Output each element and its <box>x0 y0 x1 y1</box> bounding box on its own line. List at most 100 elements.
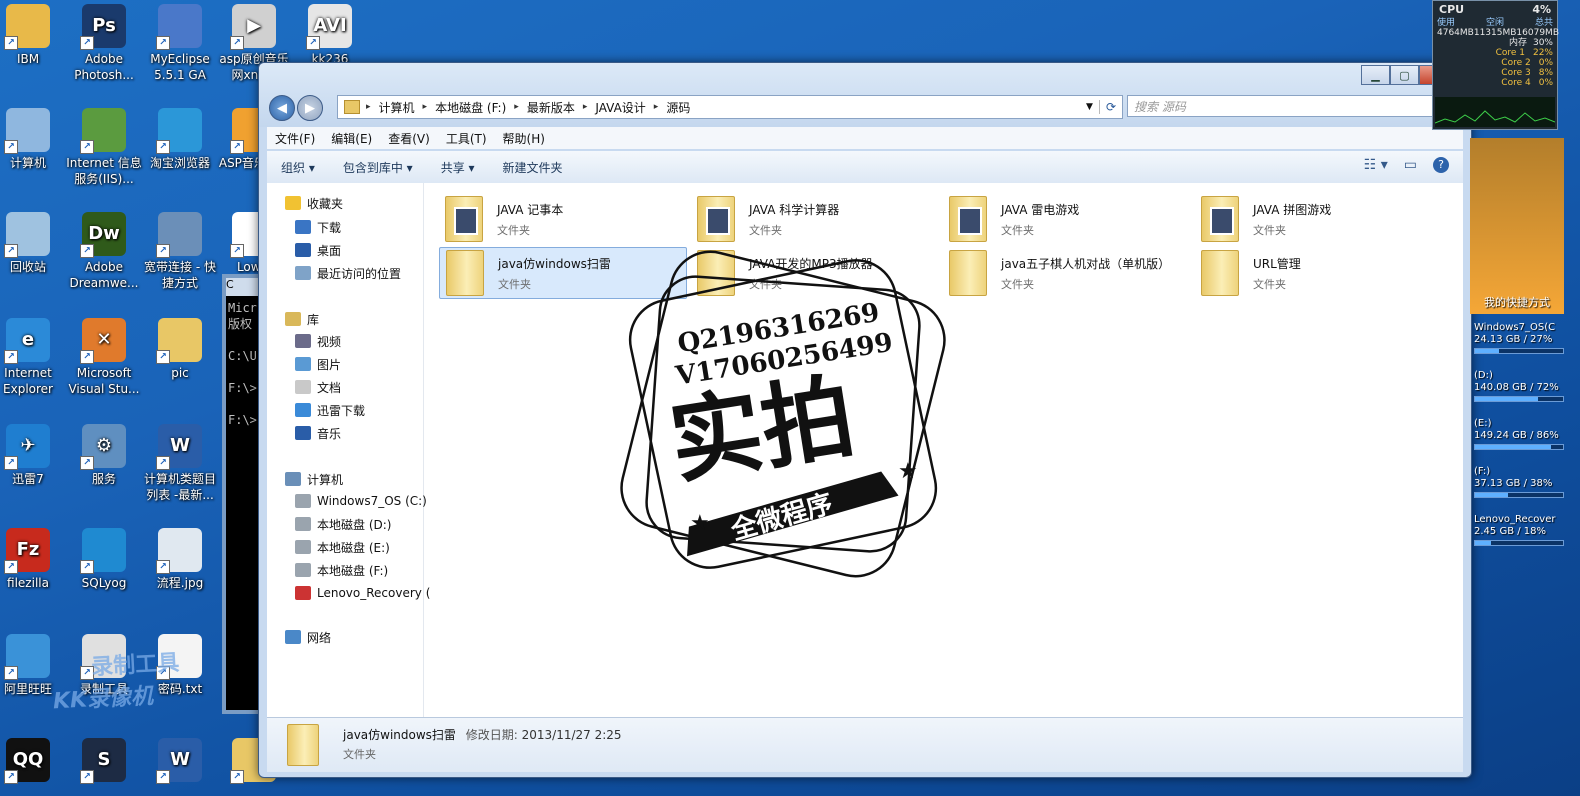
menu-item[interactable]: 文件(F) <box>267 130 323 147</box>
shortcut-gadget: 我的快捷方式 <box>1470 138 1564 314</box>
minimize-button[interactable]: ▁ <box>1361 65 1390 85</box>
cpu-stat-value: 16079MB <box>1516 28 1559 38</box>
menu-item[interactable]: 编辑(E) <box>323 130 380 147</box>
folder-name: JAVA 记事本 <box>497 202 564 217</box>
desktop-icon[interactable]: ↗ IBM <box>0 0 66 67</box>
menu-item[interactable]: 工具(T) <box>438 130 495 147</box>
desktop-icon[interactable]: ✈ ↗ 迅雷7 <box>0 420 66 487</box>
search-input[interactable]: 搜索 源码 ⚲ <box>1127 95 1463 117</box>
nav-item[interactable]: 文档 <box>295 377 341 397</box>
address-bar[interactable]: ▸ 计算机 ▸ 本地磁盘 (F:) ▸ 最新版本 ▸ JAVA设计 ▸ 源码 ▼ ⟳ <box>337 95 1123 119</box>
desktop-icon[interactable]: e ↗ Internet Explorer <box>0 314 66 397</box>
breadcrumb-item[interactable]: 最新版本 <box>519 99 583 116</box>
desktop-icon[interactable]: AVI ↗ kk236 <box>292 0 368 67</box>
app-icon: W ↗ <box>156 424 202 470</box>
toolbar-button[interactable]: 新建文件夹 <box>489 159 577 176</box>
cpu-stat-value: 11315MB <box>1473 28 1517 38</box>
shortcut-arrow-icon: ↗ <box>156 560 170 574</box>
nav-drive[interactable]: 本地磁盘 (E:) <box>295 537 390 557</box>
core-name: Core 1 <box>1495 48 1525 58</box>
menu-item[interactable]: 查看(V) <box>380 130 438 147</box>
desktop-icon[interactable]: ↗ pic <box>142 314 218 381</box>
nav-favorites[interactable]: 收藏夹 <box>285 193 343 213</box>
nav-drive[interactable]: Lenovo_Recovery ( <box>295 583 430 603</box>
nav-computer[interactable]: 计算机 <box>285 469 343 489</box>
nav-item-icon <box>295 220 311 234</box>
toolbar-button[interactable]: 包含到库中 ▾ <box>329 159 427 176</box>
cpu-stat-label: 使用 <box>1437 18 1456 28</box>
nav-item-label: 计算机 <box>307 472 344 487</box>
drive-name: (D:) <box>1474 370 1493 381</box>
desktop-icon-label: 计算机类题目列表 -最新... <box>143 472 216 502</box>
desktop-icon[interactable]: W ↗ <box>142 734 218 785</box>
app-icon: Dw ↗ <box>80 212 126 258</box>
breadcrumb-item[interactable]: JAVA设计 <box>587 99 653 116</box>
app-icon: ✕ ↗ <box>80 318 126 364</box>
nav-drive[interactable]: Windows7_OS (C:) <box>295 491 427 511</box>
star-icon: ★ <box>898 459 918 484</box>
drive-usage-bar <box>1474 492 1564 498</box>
desktop-icon[interactable]: ↗ 计算机 <box>0 104 66 171</box>
desktop-icon[interactable]: ↗ 淘宝浏览器 <box>142 104 218 171</box>
details-name: java仿windows扫雷 <box>343 728 456 742</box>
desktop-icon[interactable]: ↗ SQLyog <box>66 524 142 591</box>
view-options-icon[interactable]: ☷ ▾ <box>1364 157 1388 173</box>
nav-libraries[interactable]: 库 <box>285 309 319 329</box>
breadcrumb-item[interactable]: 本地磁盘 (F:) <box>427 99 514 116</box>
desktop-icon[interactable]: Fz ↗ filezilla <box>0 524 66 591</box>
nav-item[interactable]: 视频 <box>295 331 341 351</box>
forward-button[interactable]: ▶ <box>297 95 323 121</box>
desktop-icon[interactable]: QQ ↗ <box>0 734 66 785</box>
refresh-icon[interactable]: ⟳ <box>1098 100 1122 114</box>
nav-item[interactable]: 图片 <box>295 354 341 374</box>
help-icon[interactable]: ? <box>1433 157 1449 173</box>
desktop-icon-label: 淘宝浏览器 <box>149 156 210 170</box>
shortcut-arrow-icon: ↗ <box>156 140 170 154</box>
nav-network[interactable]: 网络 <box>285 627 331 647</box>
nav-item-label: 本地磁盘 (D:) <box>317 517 392 532</box>
folder-item[interactable]: JAVA 拼图游戏 文件夹 <box>1195 193 1443 245</box>
breadcrumb-item[interactable]: 计算机 <box>371 99 423 116</box>
desktop-icon[interactable]: Dw ↗ Adobe Dreamwe... <box>66 208 142 291</box>
folder-name: URL管理 <box>1253 256 1301 271</box>
drive-info: 140.08 GB / 72% <box>1474 382 1559 393</box>
nav-item[interactable]: 最近访问的位置 <box>295 263 401 283</box>
desktop-icon[interactable]: ↗ 流程.jpg <box>142 524 218 591</box>
chevron-down-icon[interactable]: ▼ <box>1080 102 1099 112</box>
drive-info: 24.13 GB / 27% <box>1474 334 1553 345</box>
desktop-icon[interactable]: ⚙ ↗ 服务 <box>66 420 142 487</box>
toolbar-button[interactable]: 组织 ▾ <box>267 159 329 176</box>
desktop-icon[interactable]: ↗ Internet 信息服务(IIS)... <box>66 104 142 187</box>
nav-item[interactable]: 迅雷下载 <box>295 400 365 420</box>
nav-item[interactable]: 下载 <box>295 217 341 237</box>
app-icon: ↗ <box>156 528 202 574</box>
command-bar: 组织 ▾ 包含到库中 ▾ 共享 ▾ 新建文件夹 <box>267 151 1463 184</box>
breadcrumb-item[interactable]: 源码 <box>658 99 698 116</box>
desktop-icon[interactable]: ↗ MyEclipse 5.5.1 GA <box>142 0 218 83</box>
nav-item[interactable]: 音乐 <box>295 423 341 443</box>
desktop-icon[interactable]: S ↗ <box>66 734 142 785</box>
core-name: Core 3 <box>1501 68 1531 78</box>
folder-item[interactable]: URL管理 文件夹 <box>1195 247 1443 299</box>
shortcut-arrow-icon: ↗ <box>156 350 170 364</box>
nav-drive[interactable]: 本地磁盘 (D:) <box>295 514 391 534</box>
nav-item[interactable]: 桌面 <box>295 240 341 260</box>
folder-item[interactable]: java五子棋人机对战（单机版） 文件夹 <box>943 247 1191 299</box>
desktop-icon[interactable]: W ↗ 计算机类题目列表 -最新... <box>142 420 218 503</box>
folder-name: java五子棋人机对战（单机版） <box>1001 256 1171 271</box>
details-modified: 2013/11/27 2:25 <box>521 728 622 742</box>
shortcut-arrow-icon: ↗ <box>4 666 18 680</box>
menu-bar: 文件(F) 编辑(E) 查看(V) 工具(T) 帮助(H) <box>267 127 1463 149</box>
desktop-icon[interactable]: Ps ↗ Adobe Photosh... <box>66 0 142 83</box>
nav-drive[interactable]: 本地磁盘 (F:) <box>295 560 388 580</box>
desktop-icon[interactable]: ↗ 宽带连接 - 快捷方式 <box>142 208 218 291</box>
app-icon: ↗ <box>4 4 50 50</box>
toolbar-button[interactable]: 共享 ▾ <box>427 159 489 176</box>
menu-item[interactable]: 帮助(H) <box>495 130 553 147</box>
desktop-icon[interactable]: ✕ ↗ Microsoft Visual Stu... <box>66 314 142 397</box>
desktop-icon[interactable]: ↗ 回收站 <box>0 208 66 275</box>
back-button[interactable]: ◀ <box>269 95 295 121</box>
maximize-button[interactable]: ▢ <box>1390 65 1419 85</box>
preview-pane-icon[interactable]: ▭ <box>1404 157 1417 173</box>
folder-item[interactable]: JAVA 雷电游戏 文件夹 <box>943 193 1191 245</box>
